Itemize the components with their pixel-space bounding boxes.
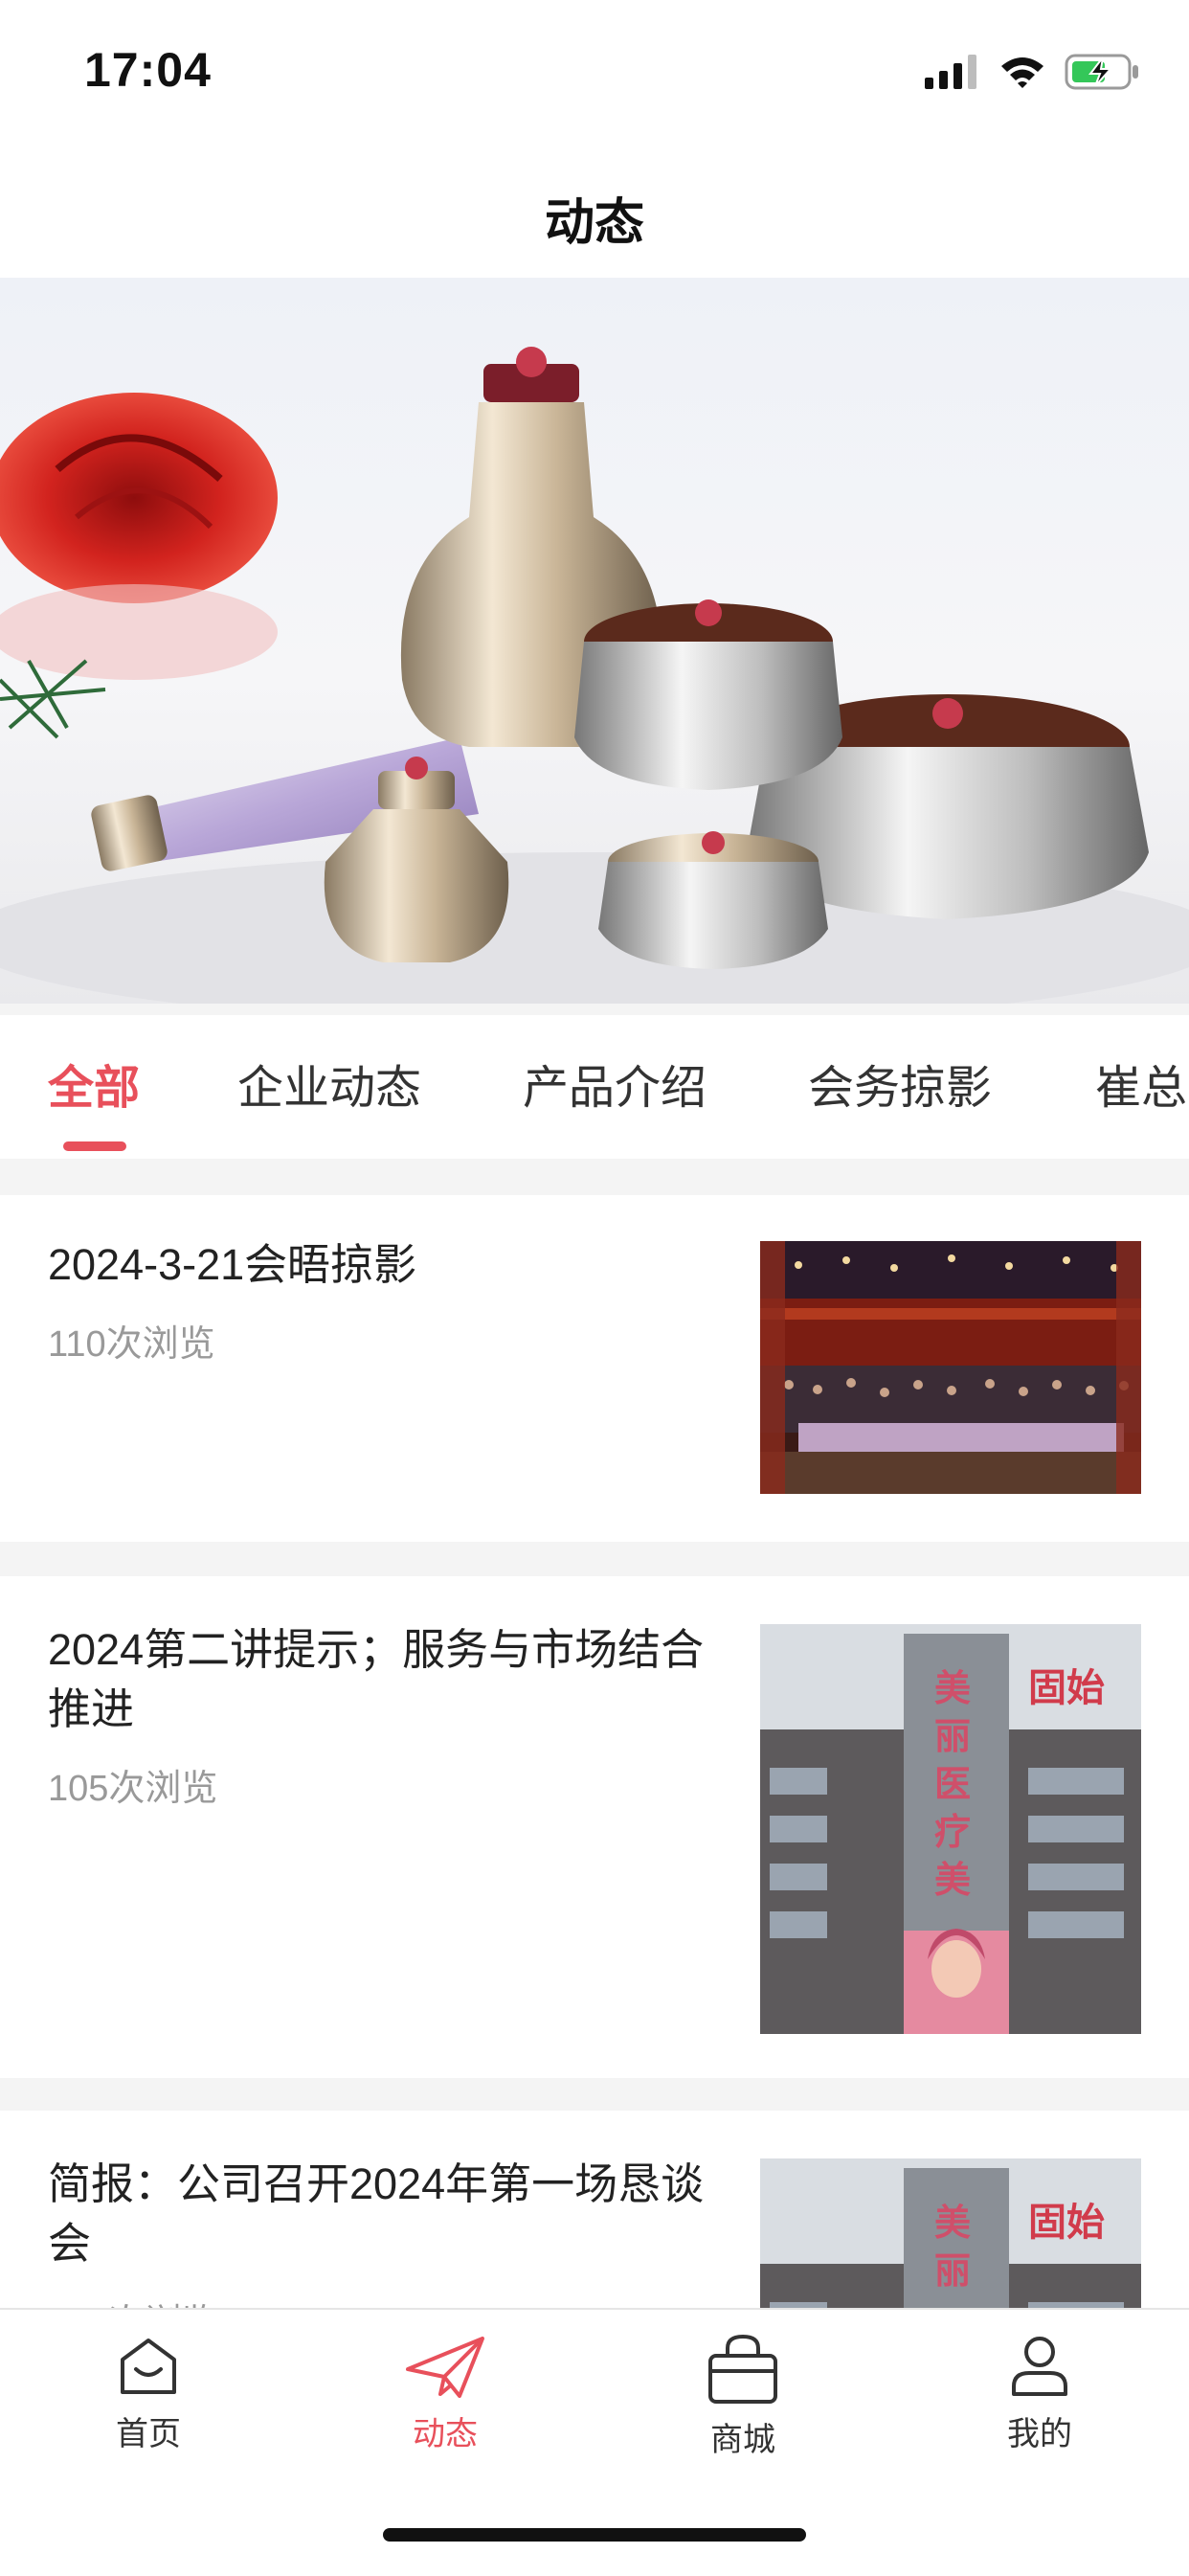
news-item[interactable]: 2024-3-21会晤掠影 110次浏览 — [0, 1195, 1189, 1542]
status-icons — [925, 50, 1141, 94]
active-tab-indicator — [63, 1141, 126, 1151]
tabbar-label-home: 首页 — [116, 2416, 181, 2452]
svg-text:医: 医 — [934, 1762, 971, 1805]
tab-cui-zong[interactable]: 崔总 — [1095, 1050, 1187, 1117]
tabbar-label-shop: 商城 — [710, 2422, 775, 2458]
battery-icon — [1065, 54, 1138, 90]
paper-plane-icon — [406, 2337, 484, 2398]
news-thumbnail: 美丽医 疗美 固始 — [760, 1624, 1141, 2034]
page-title: 动态 — [544, 195, 644, 251]
news-thumbnail: 美丽 固始 — [760, 2158, 1141, 2308]
user-icon — [1012, 2337, 1067, 2396]
home-icon — [121, 2339, 176, 2394]
tabbar-feed[interactable]: 动态 — [349, 2333, 541, 2454]
divider — [0, 1004, 1189, 1015]
status-time: 17:04 — [84, 43, 212, 97]
sign-text: 固始 — [1028, 2201, 1105, 2245]
news-title: 2024-3-21会晤掠影 — [48, 1240, 417, 1289]
tabbar-label-profile: 我的 — [1007, 2416, 1072, 2452]
svg-text:美: 美 — [934, 2201, 971, 2244]
shopping-bag-icon — [708, 2334, 777, 2404]
news-item[interactable]: 简报：公司召开2024年第一场恳谈会 105次浏览 美丽 固始 — [0, 2111, 1189, 2308]
cosmetics-illustration — [0, 347, 1189, 1004]
banner-image[interactable] — [0, 278, 1189, 1004]
divider — [0, 1159, 1189, 1195]
tabbar-shop[interactable]: 商城 — [647, 2333, 839, 2460]
news-views: 105次浏览 — [48, 1769, 218, 1809]
svg-text:美: 美 — [934, 1858, 971, 1901]
home-indicator[interactable] — [383, 2528, 806, 2542]
svg-text:丽: 丽 — [934, 1714, 971, 1757]
svg-text:丽: 丽 — [934, 2248, 971, 2292]
news-views: 105次浏览 — [48, 2293, 217, 2308]
signal-icon — [925, 55, 976, 89]
svg-text:疗: 疗 — [934, 1810, 971, 1853]
tabbar-profile[interactable]: 我的 — [944, 2333, 1135, 2454]
wifi-icon — [1001, 57, 1043, 88]
tab-company-news[interactable]: 企业动态 — [237, 1050, 421, 1117]
tabbar-label-feed: 动态 — [413, 2416, 478, 2452]
news-title: 简报：公司召开2024年第一场恳谈会 — [48, 2159, 705, 2268]
category-tabs: 全部 企业动态 产品介绍 会务掠影 崔总 — [0, 1015, 1189, 1159]
tab-product-intro[interactable]: 产品介绍 — [523, 1050, 707, 1117]
status-bar: 17:04 — [0, 0, 1189, 144]
tab-meeting-highlights[interactable]: 会务掠影 — [808, 1050, 992, 1117]
nav-bar: 动态 — [0, 144, 1189, 278]
divider — [0, 2078, 1189, 2111]
tab-all[interactable]: 全部 — [48, 1050, 140, 1117]
news-title: 2024第二讲提示；服务与市场结合推进 — [48, 1625, 705, 1733]
news-item[interactable]: 2024第二讲提示；服务与市场结合推进 105次浏览 美丽医 疗美 固始 — [0, 1576, 1189, 2078]
divider — [0, 1542, 1189, 1576]
news-thumbnail — [760, 1241, 1141, 1494]
sign-text: 固始 — [1028, 1666, 1105, 1710]
tabbar-home[interactable]: 首页 — [53, 2333, 244, 2454]
svg-text:美: 美 — [934, 1666, 971, 1709]
news-views: 110次浏览 — [48, 1324, 215, 1365]
